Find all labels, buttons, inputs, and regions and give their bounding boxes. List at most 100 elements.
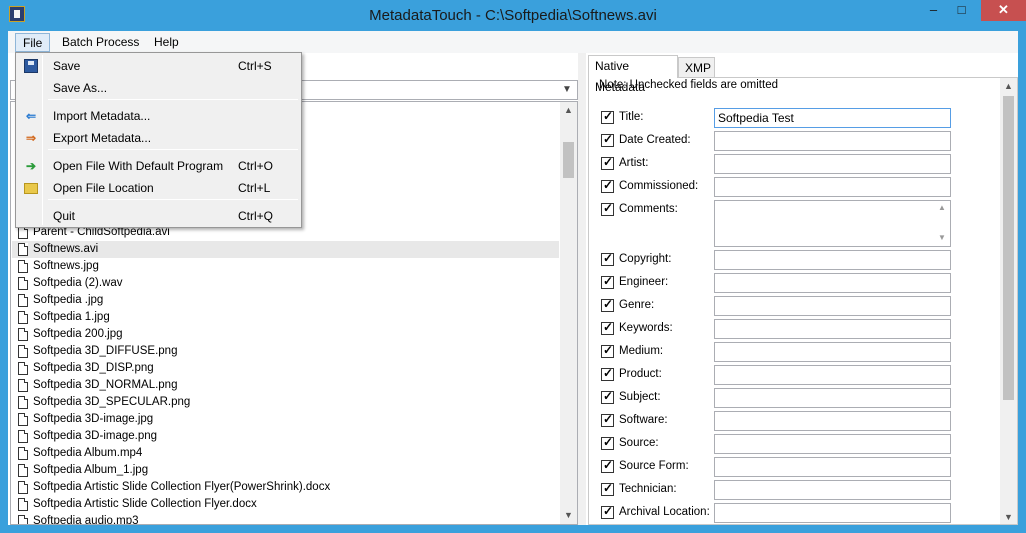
field-checkbox[interactable] <box>601 155 614 170</box>
scroll-down-icon[interactable]: ▼ <box>560 507 577 524</box>
file-name: Softpedia Album.mp4 <box>33 447 143 459</box>
field-label: Medium: <box>619 345 664 357</box>
file-list-item[interactable]: Softpedia Album_1.jpg <box>12 462 559 479</box>
field-checkbox[interactable] <box>601 297 614 312</box>
field-input[interactable] <box>714 177 951 197</box>
scroll-thumb[interactable] <box>563 142 574 178</box>
file-list-item[interactable]: Softpedia 3D_SPECULAR.png <box>12 394 559 411</box>
field-label: Artist: <box>619 157 649 169</box>
file-menu-item[interactable]: ➔ Open File With Default Program Ctrl+O <box>18 155 299 177</box>
comments-scrollbar[interactable]: ▲ ▼ <box>934 201 950 246</box>
file-name: Softpedia Album_1.jpg <box>33 464 149 476</box>
file-menu-dropdown: Save Ctrl+S Save As... ⇐ Import Metadata... ⇒… <box>15 52 302 228</box>
menu-item-shortcut: Ctrl+Q <box>238 209 274 223</box>
field-input[interactable] <box>714 480 951 500</box>
file-list-item[interactable]: Softpedia 3D-image.png <box>12 428 559 445</box>
window-title: MetadataTouch - C:\Softpedia\Softnews.av… <box>369 7 657 24</box>
title-bar[interactable]: MetadataTouch - C:\Softpedia\Softnews.av… <box>0 0 1026 31</box>
file-list-item[interactable]: Softpedia 200.jpg <box>12 326 559 343</box>
field-checkbox[interactable] <box>601 481 614 496</box>
field-checkbox[interactable] <box>601 435 614 450</box>
file-list-item[interactable]: Softpedia audio.mp3 <box>12 513 559 524</box>
field-input[interactable] <box>714 131 951 151</box>
pane-splitter[interactable] <box>578 53 586 525</box>
file-list-item[interactable]: Softpedia 3D_NORMAL.png <box>12 377 559 394</box>
file-menu-item[interactable]: ⇒ Export Metadata... <box>18 127 299 149</box>
file-list-item[interactable]: Softpedia Artistic Slide Collection Flye… <box>12 496 559 513</box>
close-button[interactable]: ✕ <box>981 0 1026 21</box>
field-checkbox[interactable] <box>601 458 614 473</box>
chevron-down-icon[interactable]: ▼ <box>559 82 575 98</box>
field-checkbox[interactable] <box>601 389 614 404</box>
file-menu-item[interactable]: Open File Location Ctrl+L <box>18 177 299 199</box>
metadata-field: Source Form: <box>599 457 999 480</box>
field-checkbox[interactable] <box>601 251 614 266</box>
menu-item-label: Open File With Default Program <box>53 159 224 173</box>
field-input[interactable] <box>714 388 951 408</box>
file-icon <box>18 515 28 524</box>
file-list-item[interactable]: Softpedia Album.mp4 <box>12 445 559 462</box>
file-menu-item[interactable]: Save Ctrl+S <box>18 55 299 77</box>
file-list-scrollbar[interactable]: ▲ ▼ <box>560 102 577 524</box>
field-input[interactable] <box>714 434 951 454</box>
field-checkbox[interactable] <box>601 504 614 519</box>
menu-batch-process[interactable]: Batch Process <box>55 33 146 52</box>
metadata-field: Title: Softpedia Test <box>599 108 999 131</box>
field-input[interactable] <box>714 296 951 316</box>
field-label: Commissioned: <box>619 180 699 192</box>
file-icon <box>18 260 28 273</box>
scroll-up-icon[interactable]: ▲ <box>934 203 950 212</box>
minimize-button[interactable]: ‒ <box>919 0 948 21</box>
field-checkbox[interactable] <box>601 343 614 358</box>
file-list-item[interactable]: Softpedia 3D_DISP.png <box>12 360 559 377</box>
field-input[interactable] <box>714 365 951 385</box>
field-checkbox[interactable] <box>601 320 614 335</box>
field-checkbox[interactable] <box>601 132 614 147</box>
field-input[interactable] <box>714 457 951 477</box>
tab-native-metadata[interactable]: Native Metadata <box>588 55 678 94</box>
menu-file[interactable]: File <box>15 33 51 52</box>
file-icon <box>18 430 28 443</box>
scroll-down-icon[interactable]: ▼ <box>934 233 950 242</box>
field-input[interactable] <box>714 154 951 174</box>
field-input[interactable] <box>714 250 951 270</box>
file-icon <box>18 464 28 477</box>
form-scrollbar[interactable]: ▲ ▼ <box>1000 78 1017 524</box>
scroll-up-icon[interactable]: ▲ <box>1000 78 1017 95</box>
file-list-item[interactable]: Softpedia 3D_DIFFUSE.png <box>12 343 559 360</box>
metadata-field: Subject: <box>599 388 999 411</box>
file-list-item[interactable]: Softpedia 3D-image.jpg <box>12 411 559 428</box>
field-input[interactable] <box>714 503 951 523</box>
file-menu-item[interactable]: ⇐ Import Metadata... <box>18 105 299 127</box>
field-checkbox[interactable] <box>601 412 614 427</box>
file-icon <box>18 362 28 375</box>
file-list-item[interactable]: Softnews.jpg <box>12 258 559 275</box>
field-label: Copyright: <box>619 253 672 265</box>
scroll-down-icon[interactable]: ▼ <box>1000 509 1017 524</box>
metadata-field: Date Created: <box>599 131 999 154</box>
scroll-up-icon[interactable]: ▲ <box>560 102 577 119</box>
field-checkbox[interactable] <box>601 109 614 124</box>
field-input[interactable] <box>714 319 951 339</box>
field-input[interactable] <box>714 411 951 431</box>
maximize-button[interactable]: □ <box>948 0 975 21</box>
field-input[interactable] <box>714 342 951 362</box>
file-list-item[interactable]: Softpedia (2).wav <box>12 275 559 292</box>
file-list-item[interactable]: Softpedia .jpg <box>12 292 559 309</box>
field-input[interactable]: Softpedia Test <box>714 108 951 128</box>
field-checkbox[interactable] <box>601 201 614 216</box>
field-checkbox[interactable] <box>601 178 614 193</box>
field-input[interactable] <box>714 273 951 293</box>
menu-item-label: Save <box>53 59 81 73</box>
file-list-item[interactable]: Softpedia 1.jpg <box>12 309 559 326</box>
file-menu-item[interactable]: Quit Ctrl+Q <box>18 205 299 227</box>
field-checkbox[interactable] <box>601 366 614 381</box>
tab-xmp[interactable]: XMP <box>678 57 715 77</box>
file-list-item[interactable]: Softnews.avi <box>12 241 559 258</box>
file-list-item[interactable]: Softpedia Artistic Slide Collection Flye… <box>12 479 559 496</box>
file-menu-item[interactable]: Save As... <box>18 77 299 99</box>
comments-textarea[interactable] <box>714 200 951 247</box>
field-checkbox[interactable] <box>601 274 614 289</box>
menu-help[interactable]: Help <box>147 33 186 52</box>
scroll-thumb[interactable] <box>1003 96 1014 400</box>
